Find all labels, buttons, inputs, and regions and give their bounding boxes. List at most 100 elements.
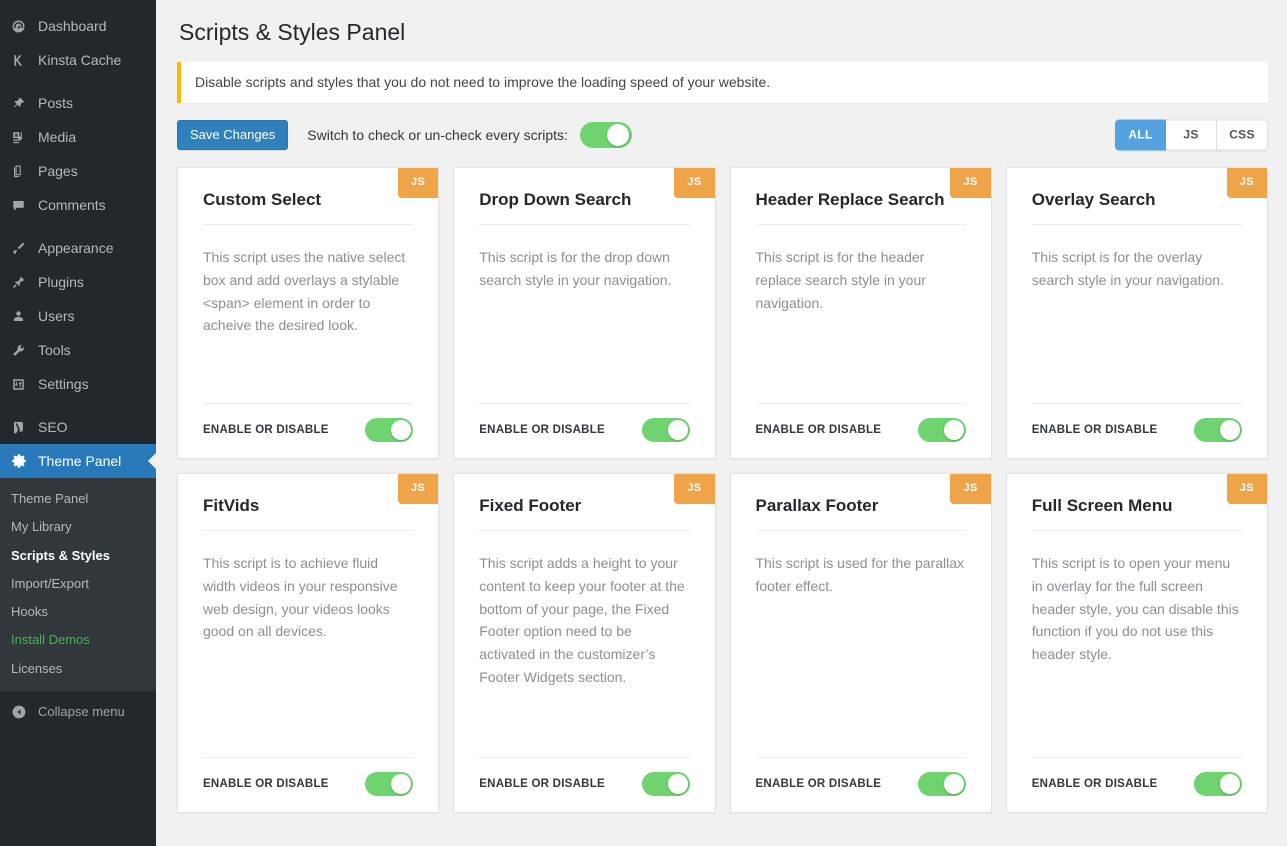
submenu-item-scripts-styles[interactable]: Scripts & Styles (0, 542, 156, 570)
kinsta-k-icon (11, 53, 35, 68)
enable-toggle[interactable] (1194, 771, 1242, 796)
sidebar-item-seo[interactable]: SEO (0, 410, 156, 444)
save-changes-button[interactable]: Save Changes (177, 119, 289, 150)
enable-toggle[interactable] (365, 417, 414, 442)
filter-button-group: ALL JS CSS (1115, 119, 1268, 151)
enable-toggle[interactable] (917, 771, 966, 796)
script-card: JS FitVids This script is to achieve flu… (177, 472, 440, 813)
notice-text: Disable scripts and styles that you do n… (195, 73, 771, 90)
yoast-seo-icon (11, 420, 35, 435)
enable-toggle[interactable] (917, 417, 966, 442)
card-footer: ENABLE OR DISABLE (479, 756, 690, 812)
toggle-knob (391, 773, 412, 794)
dashboard-icon (11, 19, 35, 34)
card-footer: ENABLE OR DISABLE (479, 402, 690, 458)
user-icon (11, 309, 35, 324)
card-title: Custom Select (203, 190, 414, 226)
comment-icon (11, 198, 35, 213)
script-card: JS Header Replace Search This script is … (729, 166, 992, 459)
card-description: This script is used for the parallax foo… (755, 555, 965, 594)
enable-disable-label: ENABLE OR DISABLE (203, 777, 329, 790)
sidebar-item-appearance[interactable]: Appearance (0, 231, 156, 265)
script-card: JS Full Screen Menu This script is to op… (1005, 472, 1268, 813)
toggle-knob (1220, 419, 1240, 440)
sidebar-item-tools[interactable]: Tools (0, 333, 156, 367)
script-card: JS Parallax Footer This script is used f… (729, 472, 992, 813)
card-footer: ENABLE OR DISABLE (203, 402, 414, 458)
submenu-item-licenses[interactable]: Licenses (0, 655, 156, 683)
collapse-menu-button[interactable]: Collapse menu (0, 695, 156, 729)
card-description: This script is to achieve fluid width vi… (203, 555, 398, 640)
sidebar-item-dashboard[interactable]: Dashboard (0, 9, 156, 43)
sidebar-item-label: Posts (38, 95, 74, 111)
sidebar-item-label: Kinsta Cache (38, 52, 122, 68)
toggle-knob (1220, 773, 1240, 794)
card-footer: ENABLE OR DISABLE (755, 756, 966, 812)
sidebar-item-pages[interactable]: Pages (0, 154, 156, 188)
sidebar-item-label: Pages (38, 163, 78, 179)
enable-disable-label: ENABLE OR DISABLE (203, 423, 329, 436)
card-title: Header Replace Search (755, 190, 966, 226)
toggle-knob (943, 419, 964, 440)
sidebar-item-label: Tools (38, 342, 71, 358)
submenu-item-import-export[interactable]: Import/Export (0, 570, 156, 598)
enable-toggle[interactable] (641, 417, 690, 442)
card-title: Parallax Footer (755, 496, 966, 532)
script-card: JS Fixed Footer This script adds a heigh… (453, 472, 716, 813)
submenu-item-hooks[interactable]: Hooks (0, 598, 156, 626)
sidebar-item-kinsta-cache[interactable]: Kinsta Cache (0, 43, 156, 77)
theme-panel-submenu: Theme Panel My Library Scripts & Styles … (0, 478, 156, 691)
collapse-menu-label: Collapse menu (38, 704, 125, 720)
enable-toggle[interactable] (1194, 417, 1242, 442)
sidebar-item-label: Users (38, 308, 75, 324)
card-description: This script is for the overlay search st… (1031, 249, 1224, 288)
submenu-item-install-demos[interactable]: Install Demos (0, 626, 156, 654)
card-footer: ENABLE OR DISABLE (203, 756, 414, 812)
scripts-grid: JS Custom Select This script uses the na… (177, 166, 1268, 813)
script-card: JS Custom Select This script uses the na… (177, 166, 440, 459)
sidebar-item-label: Plugins (38, 274, 84, 290)
card-description: This script uses the native select box a… (203, 249, 406, 334)
sidebar-item-label: Media (38, 129, 77, 145)
submenu-item-my-library[interactable]: My Library (0, 513, 156, 541)
sidebar-item-label: Settings (38, 376, 89, 392)
sidebar-item-posts[interactable]: Posts (0, 86, 156, 120)
enable-disable-label: ENABLE OR DISABLE (1031, 777, 1158, 790)
submenu-item-theme-panel[interactable]: Theme Panel (0, 485, 156, 513)
enable-disable-label: ENABLE OR DISABLE (479, 777, 605, 790)
master-switch-label: Switch to check or un-check every script… (307, 126, 568, 143)
filter-css-button[interactable]: CSS (1217, 119, 1268, 151)
toggle-knob (943, 773, 964, 794)
card-footer: ENABLE OR DISABLE (755, 402, 966, 458)
card-title: Fixed Footer (479, 496, 690, 532)
filter-all-button[interactable]: ALL (1115, 119, 1166, 151)
sidebar-item-comments[interactable]: Comments (0, 188, 156, 222)
media-icon (11, 130, 35, 145)
card-title: Full Screen Menu (1031, 496, 1242, 532)
card-description: This script is for the header replace se… (755, 249, 926, 311)
sidebar-item-settings[interactable]: Settings (0, 367, 156, 401)
enable-disable-label: ENABLE OR DISABLE (479, 423, 605, 436)
admin-sidebar: Dashboard Kinsta Cache Posts Media Pages… (0, 0, 156, 846)
enable-toggle[interactable] (641, 771, 690, 796)
paintbrush-icon (11, 241, 35, 256)
collapse-arrow-icon (11, 704, 35, 720)
sidebar-item-label: Theme Panel (38, 453, 122, 469)
sidebar-item-media[interactable]: Media (0, 120, 156, 154)
card-description: This script adds a height to your conten… (479, 555, 685, 685)
main-content: Scripts & Styles Panel Disable scripts a… (156, 0, 1287, 846)
card-title: Drop Down Search (479, 190, 690, 226)
toggle-knob (667, 419, 688, 440)
wrench-icon (11, 343, 35, 358)
master-toggle[interactable] (579, 121, 632, 148)
info-notice: Disable scripts and styles that you do n… (177, 61, 1268, 103)
filter-js-button[interactable]: JS (1166, 119, 1217, 151)
sidebar-item-plugins[interactable]: Plugins (0, 265, 156, 299)
sidebar-item-users[interactable]: Users (0, 299, 156, 333)
card-footer: ENABLE OR DISABLE (1031, 402, 1242, 458)
enable-toggle[interactable] (365, 771, 414, 796)
sidebar-item-theme-panel[interactable]: Theme Panel (0, 444, 156, 478)
sidebar-separator (0, 77, 156, 86)
card-footer: ENABLE OR DISABLE (1031, 756, 1242, 812)
enable-disable-label: ENABLE OR DISABLE (755, 423, 882, 436)
